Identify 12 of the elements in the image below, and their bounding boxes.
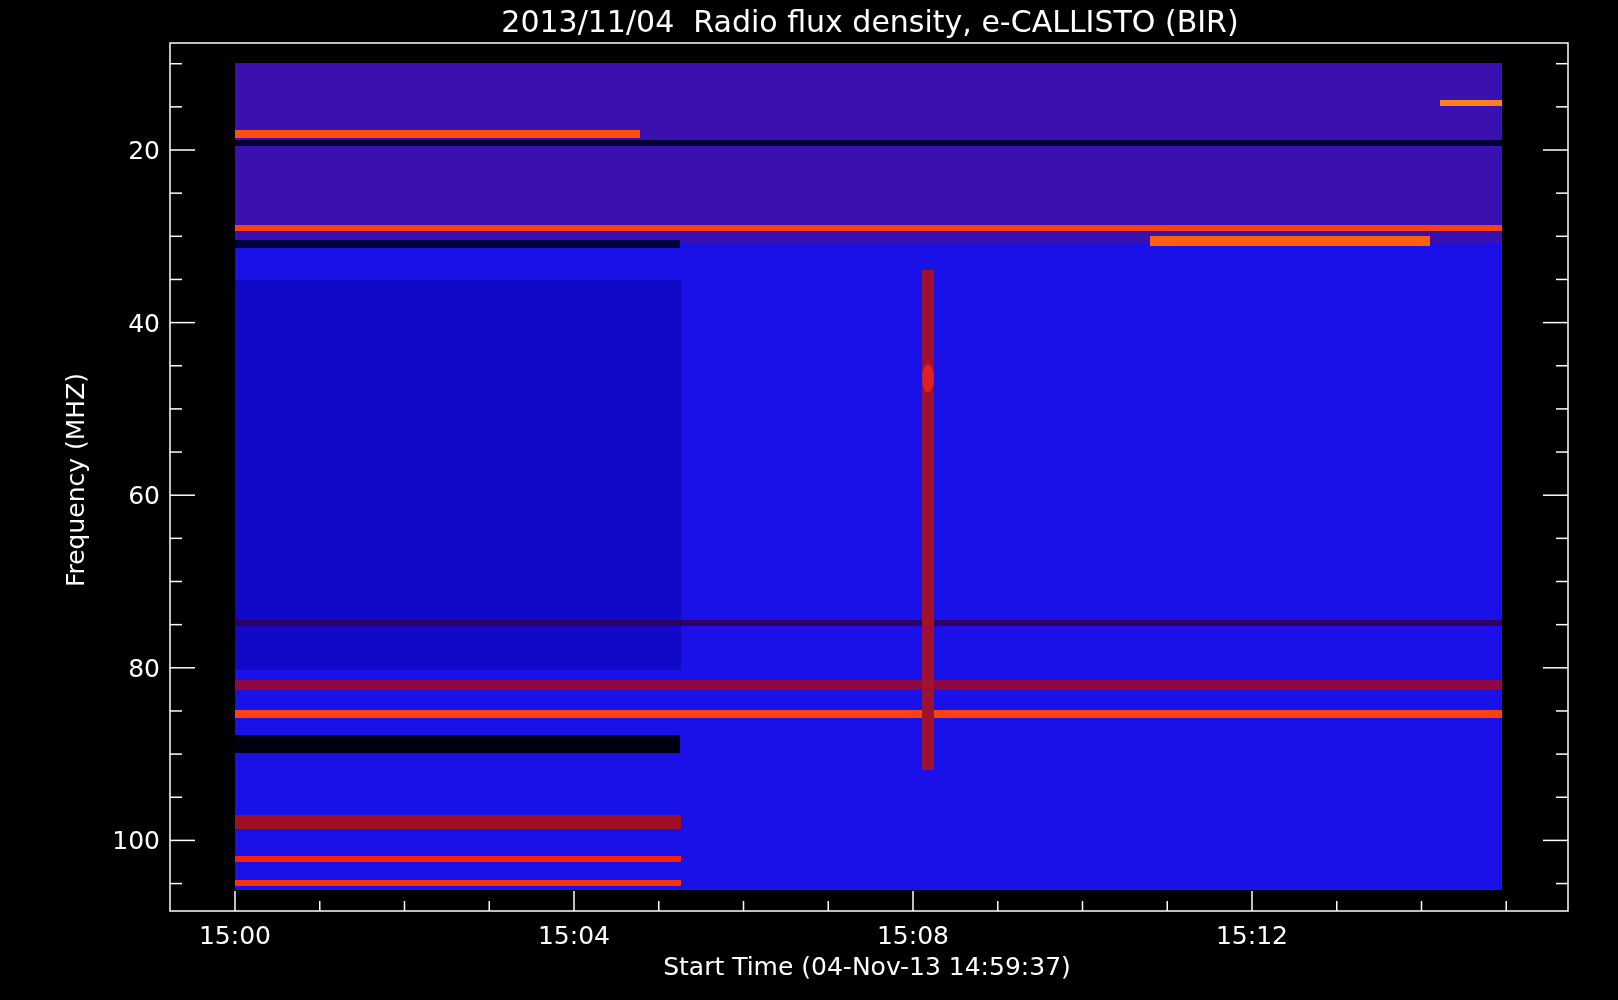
x-axis-label: Start Time (04-Nov-13 14:59:37) xyxy=(663,952,1071,981)
y-tick-label: 60 xyxy=(128,481,160,511)
x-tick-label: 15:04 xyxy=(538,921,610,950)
x-tick-label: 15:00 xyxy=(199,921,271,950)
y-tick-label: 20 xyxy=(128,136,160,165)
y-axis-label: Frequency (MHZ) xyxy=(61,372,90,588)
x-tick-label: 15:12 xyxy=(1216,921,1288,950)
chart-title: 2013/11/04 Radio flux density, e-CALLISTO (BIR) xyxy=(501,4,1239,39)
y-tick-label: 80 xyxy=(128,653,160,683)
y-tick-label: 100 xyxy=(112,826,160,856)
y-tick-label: 40 xyxy=(128,308,160,338)
x-tick-label: 15:08 xyxy=(877,921,949,950)
